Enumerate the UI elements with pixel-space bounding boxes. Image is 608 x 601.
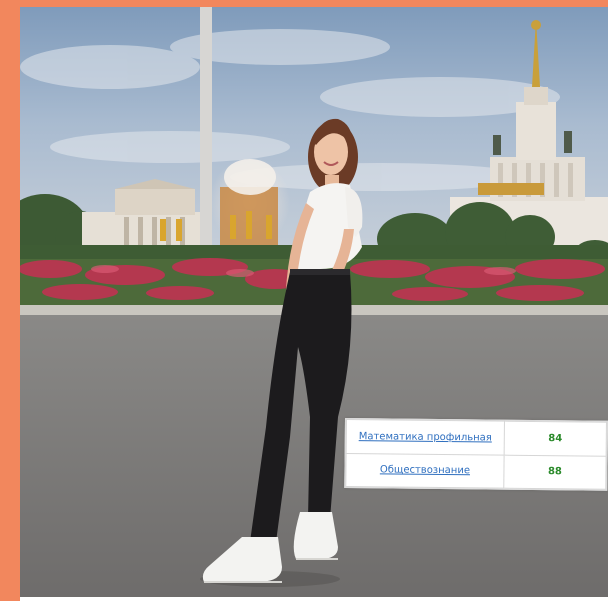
- exam-scores-card: Математика профильная 84 Обществознание …: [344, 418, 608, 491]
- score-value-social-studies: 88: [503, 454, 607, 490]
- table-row: Обществознание 88: [345, 453, 607, 490]
- subject-link-math[interactable]: Математика профильная: [346, 419, 505, 455]
- subject-link-social-studies[interactable]: Обществознание: [345, 453, 505, 489]
- park-photo: [20, 7, 608, 597]
- post-frame: Математика профильная 84 Обществознание …: [0, 0, 608, 601]
- flag-mast: [200, 7, 212, 259]
- exam-scores-table: Математика профильная 84 Обществознание …: [345, 419, 607, 490]
- frame-accent-left: [0, 0, 20, 601]
- score-value-math: 84: [504, 421, 607, 456]
- table-row: Математика профильная 84: [346, 419, 607, 456]
- frame-accent-top: [0, 0, 608, 7]
